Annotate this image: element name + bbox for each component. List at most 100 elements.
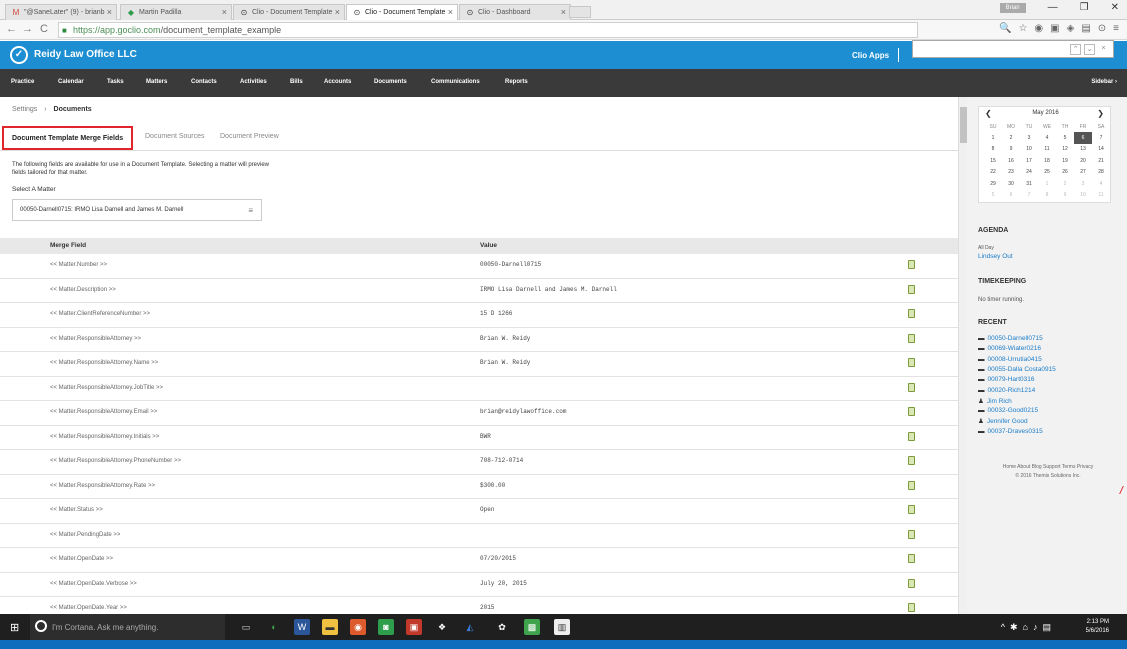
copy-clipboard-icon[interactable] bbox=[908, 431, 915, 441]
reload-icon[interactable]: C bbox=[40, 23, 48, 35]
chrome-icon[interactable]: ◉ bbox=[350, 619, 366, 635]
tab-close-icon[interactable]: × bbox=[222, 7, 227, 17]
tab-close-icon[interactable]: × bbox=[561, 7, 566, 17]
list-icon[interactable]: ≡ bbox=[248, 206, 253, 215]
copy-clipboard-icon[interactable] bbox=[908, 382, 915, 392]
tab-document-sources[interactable]: Document Sources bbox=[145, 133, 205, 140]
calendar-day[interactable]: 5 bbox=[1056, 132, 1074, 143]
calendar-day[interactable]: 23 bbox=[1002, 167, 1020, 178]
find-next-icon[interactable]: ⌄ bbox=[1084, 44, 1095, 55]
calendar-day[interactable]: 13 bbox=[1074, 144, 1092, 155]
browser-tab[interactable]: ◆ Martin Padilla × bbox=[120, 4, 232, 20]
copy-clipboard-icon[interactable] bbox=[908, 333, 915, 343]
browser-tab[interactable]: ⊙ Clio - Document Template × bbox=[233, 4, 345, 20]
nav-calendar[interactable]: Calendar bbox=[58, 79, 84, 85]
network-icon[interactable]: ⌂ bbox=[1023, 622, 1028, 633]
calendar-day[interactable]: 11 bbox=[1092, 189, 1110, 200]
back-icon[interactable]: ← bbox=[6, 23, 17, 35]
page-scrollbar[interactable] bbox=[958, 97, 967, 614]
calendar-day[interactable]: 10 bbox=[1020, 144, 1038, 155]
find-in-page-box[interactable]: ⌃ ⌄ × bbox=[912, 40, 1114, 58]
copy-clipboard-icon[interactable] bbox=[908, 309, 915, 318]
maximize-icon[interactable]: ❐ bbox=[1080, 2, 1089, 13]
windows-start-icon[interactable]: ⊞ bbox=[10, 621, 19, 634]
nav-bills[interactable]: Bills bbox=[290, 79, 303, 85]
recent-item[interactable]: ▬ 00069-Wiater0216 bbox=[978, 345, 1041, 352]
calendar-day[interactable]: 15 bbox=[984, 155, 1002, 166]
recent-item[interactable]: ▬ 00055-Dalla Costa0915 bbox=[978, 366, 1056, 373]
calendar-day[interactable]: 24 bbox=[1020, 167, 1038, 178]
calendar-day[interactable]: 19 bbox=[1056, 155, 1074, 166]
calendar-day[interactable]: 2 bbox=[1056, 178, 1074, 189]
copy-clipboard-icon[interactable] bbox=[908, 358, 915, 367]
recent-item[interactable]: ▬ 00050-Darnell0715 bbox=[978, 335, 1043, 342]
calendar-day[interactable]: 1 bbox=[1038, 178, 1056, 189]
breadcrumb-settings[interactable]: Settings bbox=[12, 106, 37, 113]
tab-close-icon[interactable]: × bbox=[448, 7, 453, 17]
minimize-icon[interactable]: — bbox=[1048, 2, 1058, 13]
recent-item[interactable]: ▬ 00008-Urrutia0415 bbox=[978, 356, 1042, 363]
calendar-day[interactable]: 25 bbox=[1038, 167, 1056, 178]
calendar-day[interactable]: 10 bbox=[1074, 189, 1092, 200]
recent-item[interactable]: ▬ 00079-Hart0316 bbox=[978, 376, 1034, 383]
calendar-day[interactable]: 7 bbox=[1020, 189, 1038, 200]
nav-reports[interactable]: Reports bbox=[505, 79, 528, 85]
calendar-day[interactable]: 6 bbox=[1002, 189, 1020, 200]
extension-icon[interactable]: ▣ bbox=[1050, 23, 1059, 34]
calendar-day[interactable]: 26 bbox=[1056, 167, 1074, 178]
star-icon[interactable]: ☆ bbox=[1018, 23, 1027, 34]
app-icon[interactable]: ◭ bbox=[462, 619, 478, 635]
nav-documents[interactable]: Documents bbox=[374, 79, 407, 85]
extension-icon[interactable]: ◉ bbox=[1034, 23, 1043, 34]
taskbar-clock[interactable]: 2:13 PM 5/6/2016 bbox=[1086, 618, 1109, 636]
browser-tab[interactable]: ⊙ Clio - Document Template × bbox=[346, 4, 458, 20]
nav-matters[interactable]: Matters bbox=[146, 79, 167, 85]
calendar-day[interactable]: 18 bbox=[1038, 155, 1056, 166]
calendar-day[interactable]: 6 bbox=[1074, 132, 1092, 144]
calendar-day[interactable]: 5 bbox=[984, 189, 1002, 200]
app-icon[interactable]: ❖ bbox=[434, 619, 450, 635]
browser-tab[interactable]: ⊙ Clio - Dashboard × bbox=[459, 4, 571, 20]
calendar-day[interactable]: 4 bbox=[1038, 132, 1056, 143]
recent-item[interactable]: ▬ 00032-Good0215 bbox=[978, 407, 1038, 414]
nav-activities[interactable]: Activities bbox=[240, 79, 267, 85]
calendar-day[interactable]: 29 bbox=[984, 178, 1002, 189]
extension-icon[interactable]: ◈ bbox=[1067, 23, 1075, 34]
recent-item[interactable]: ▬ 00037-Draves0315 bbox=[978, 428, 1043, 435]
recent-item[interactable]: ♟ Jim Rich bbox=[978, 397, 1012, 405]
recent-item[interactable]: ♟ Jennifer Good bbox=[978, 417, 1028, 425]
extension-icon[interactable]: ⊙ bbox=[1098, 23, 1106, 34]
url-input[interactable]: ■ https://app.goclio.com/document_templa… bbox=[58, 22, 918, 38]
copy-clipboard-icon[interactable] bbox=[908, 480, 915, 490]
calendar-day[interactable]: 9 bbox=[1056, 189, 1074, 200]
calendar-day[interactable]: 21 bbox=[1092, 155, 1110, 166]
cortana-search[interactable]: I'm Cortana. Ask me anything. bbox=[30, 614, 225, 640]
calendar-day[interactable]: 7 bbox=[1092, 132, 1110, 143]
tray-icon[interactable]: ✱ bbox=[1010, 622, 1018, 633]
copy-clipboard-icon[interactable] bbox=[908, 603, 915, 612]
calendar-day[interactable]: 22 bbox=[984, 167, 1002, 178]
extension-icon[interactable]: ▤ bbox=[1081, 23, 1090, 34]
clio-apps-link[interactable]: Clio Apps bbox=[852, 51, 889, 60]
copy-clipboard-icon[interactable] bbox=[908, 260, 915, 269]
calendar-day[interactable]: 31 bbox=[1020, 178, 1038, 189]
calendar-day[interactable]: 27 bbox=[1074, 167, 1092, 178]
calendar-day[interactable]: 1 bbox=[984, 132, 1002, 143]
app-icon[interactable]: ✿ bbox=[494, 619, 510, 635]
calendar-day[interactable]: 30 bbox=[1002, 178, 1020, 189]
sidebar-toggle[interactable]: Sidebar › bbox=[1091, 79, 1117, 85]
nav-communications[interactable]: Communications bbox=[431, 79, 480, 85]
matter-select[interactable]: 00050-Darnell0715: IRMO Lisa Darnell and… bbox=[12, 199, 262, 221]
calendar-day[interactable]: 16 bbox=[1002, 155, 1020, 166]
tray-chevron-icon[interactable]: ^ bbox=[1001, 622, 1005, 633]
calendar-day[interactable]: 14 bbox=[1092, 144, 1110, 155]
close-window-icon[interactable]: ✕ bbox=[1111, 2, 1119, 13]
pdf-icon[interactable]: ▣ bbox=[406, 619, 422, 635]
app-icon[interactable]: ▥ bbox=[554, 619, 570, 635]
copy-clipboard-icon[interactable] bbox=[908, 554, 915, 563]
app-icon[interactable]: ▩ bbox=[524, 619, 540, 635]
copy-clipboard-icon[interactable] bbox=[908, 284, 915, 294]
calendar-day[interactable]: 3 bbox=[1074, 178, 1092, 189]
tab-close-icon[interactable]: × bbox=[335, 7, 340, 17]
recent-item[interactable]: ▬ 00020-Rich1214 bbox=[978, 387, 1035, 394]
